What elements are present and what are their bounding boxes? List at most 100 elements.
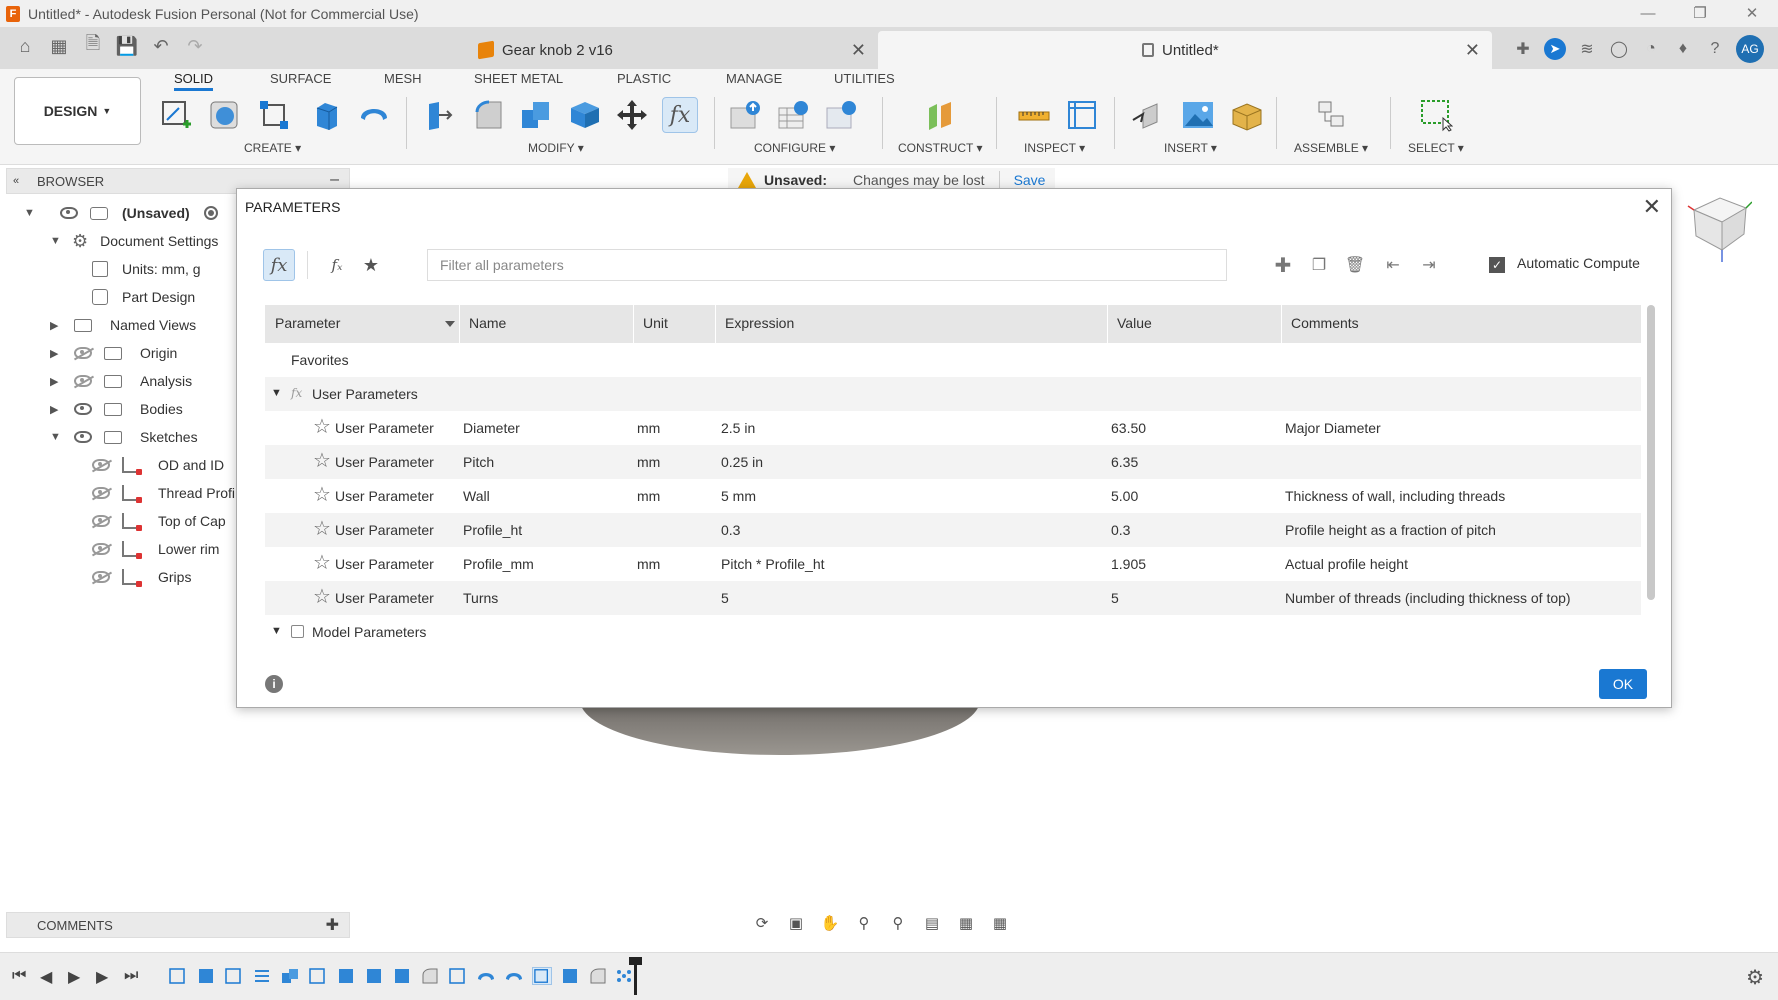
timeline-marker[interactable] xyxy=(629,957,642,995)
timeline-extrude-icon[interactable] xyxy=(364,967,384,985)
hidden-eye-icon[interactable] xyxy=(92,487,110,499)
file-menu-icon[interactable]: 🗎 xyxy=(82,33,104,57)
cell-expression[interactable]: 5 xyxy=(721,590,729,606)
favorite-star-icon[interactable]: ☆ xyxy=(313,485,331,505)
configure-table-icon[interactable] xyxy=(728,97,764,133)
pan-hand-icon[interactable]: ✋ xyxy=(816,912,844,934)
tab-solid[interactable]: SOLID xyxy=(174,69,214,91)
revolve-icon[interactable] xyxy=(356,97,392,133)
notifications-bell-icon[interactable]: ♦ xyxy=(1672,38,1694,60)
extrude-icon[interactable] xyxy=(308,97,344,133)
viewcube[interactable] xyxy=(1686,186,1753,266)
cell-comment[interactable]: Major Diameter xyxy=(1285,420,1381,436)
favorite-star-icon[interactable]: ☆ xyxy=(313,587,331,607)
home-icon[interactable]: ⌂ xyxy=(14,35,36,57)
hidden-eye-icon[interactable] xyxy=(74,347,92,359)
tab-utilities[interactable]: UTILITIES xyxy=(834,69,895,91)
chevron-down-icon[interactable]: ▼ xyxy=(24,207,35,219)
section-favorites[interactable]: Favorites xyxy=(265,343,1641,377)
timeline-fillet-icon[interactable] xyxy=(588,967,608,985)
tree-item-sketch-od-id[interactable]: OD and ID xyxy=(92,452,224,478)
cell-expression[interactable]: 2.5 in xyxy=(721,420,755,436)
cell-unit[interactable]: mm xyxy=(637,420,660,436)
press-pull-icon[interactable] xyxy=(420,97,456,133)
column-parameter[interactable]: Parameter xyxy=(275,315,340,331)
go-to-start-icon[interactable]: ⏮ xyxy=(12,967,26,985)
help-icon[interactable]: ? xyxy=(1704,38,1726,60)
combine-icon[interactable] xyxy=(518,97,554,133)
move-icon[interactable] xyxy=(614,97,650,133)
automatic-compute-checkbox[interactable]: ✓ xyxy=(1489,257,1505,273)
cell-unit[interactable]: mm xyxy=(637,488,660,504)
tab-manage[interactable]: MANAGE xyxy=(726,69,782,91)
undo-icon[interactable]: ↶ xyxy=(150,35,172,57)
chevron-down-icon[interactable]: ▼ xyxy=(50,235,61,247)
tree-item-sketch-thread-profile[interactable]: Thread Profi xyxy=(92,480,235,506)
close-tab-icon[interactable]: ✕ xyxy=(1465,40,1480,61)
tree-item-analysis[interactable]: ▶ Analysis xyxy=(50,368,192,394)
add-parameter-icon[interactable]: ✚ xyxy=(1269,251,1297,279)
cell-expression[interactable]: 5 mm xyxy=(721,488,756,504)
timeline-fillet-icon[interactable] xyxy=(420,967,440,985)
configure-rows-icon[interactable] xyxy=(776,97,812,133)
user-parameters-filter-icon[interactable]: fₓ xyxy=(321,249,353,281)
create-sketch-icon[interactable] xyxy=(158,97,194,133)
timeline-sketch-icon[interactable] xyxy=(168,967,188,985)
cell-expression[interactable]: 0.25 in xyxy=(721,454,763,470)
visibility-eye-icon[interactable] xyxy=(74,403,92,415)
insert-canvas-icon[interactable] xyxy=(1180,97,1216,133)
chevron-down-icon[interactable]: ▼ xyxy=(271,625,282,637)
collapse-panel-icon[interactable]: « xyxy=(13,175,19,187)
parameters-fx-icon[interactable]: fx xyxy=(662,97,698,133)
tree-item-sketch-lower-rim[interactable]: Lower rim xyxy=(92,536,219,562)
data-panel-icon[interactable]: ≋ xyxy=(1576,38,1598,60)
viewports-icon[interactable]: ▦ xyxy=(986,912,1014,934)
tree-item-named-views[interactable]: ▶ Named Views xyxy=(50,312,196,338)
job-status-icon[interactable]: ◔ xyxy=(1640,38,1662,60)
delete-parameter-icon[interactable]: 🗑 xyxy=(1341,251,1369,279)
chevron-down-icon[interactable]: ▼ xyxy=(271,387,282,399)
info-icon[interactable]: i xyxy=(265,675,283,693)
cell-unit[interactable]: mm xyxy=(637,556,660,572)
favorite-star-icon[interactable]: ☆ xyxy=(313,451,331,471)
configure-theme-icon[interactable] xyxy=(824,97,860,133)
cell-name[interactable]: Diameter xyxy=(463,420,520,436)
online-status-icon[interactable]: ◯ xyxy=(1608,38,1630,60)
zoom-icon[interactable]: ⚲ xyxy=(850,912,878,934)
timeline-revolve-icon[interactable] xyxy=(504,967,524,985)
restore-button[interactable]: ❐ xyxy=(1674,0,1726,27)
table-row[interactable]: ☆ User Parameter Pitch mm 0.25 in 6.35 xyxy=(265,445,1641,479)
hidden-eye-icon[interactable] xyxy=(92,571,110,583)
display-settings-icon[interactable]: ▤ xyxy=(918,912,946,934)
cell-expression[interactable]: 0.3 xyxy=(721,522,740,538)
import-parameters-icon[interactable]: ⇤ xyxy=(1379,251,1407,279)
chevron-right-icon[interactable]: ▶ xyxy=(50,347,58,360)
sort-dropdown-icon[interactable] xyxy=(445,321,455,327)
cell-name[interactable]: Turns xyxy=(463,590,498,606)
tree-item-units[interactable]: Units: mm, g xyxy=(92,256,201,282)
modify-menu[interactable]: MODIFY ▾ xyxy=(528,141,584,155)
minimize-button[interactable]: — xyxy=(1622,0,1674,27)
insert-menu[interactable]: INSERT ▾ xyxy=(1164,141,1217,155)
offset-plane-icon[interactable] xyxy=(922,97,958,133)
tab-gear-knob[interactable]: Gear knob 2 v16 ✕ xyxy=(478,31,878,69)
derive-icon[interactable] xyxy=(256,97,292,133)
comments-panel-header[interactable]: COMMENTS ✚ xyxy=(6,912,350,938)
orbit-icon[interactable]: ⟳ xyxy=(748,912,776,934)
timeline-revolve-icon[interactable] xyxy=(476,967,496,985)
favorites-star-icon[interactable]: ★ xyxy=(355,249,387,281)
cell-name[interactable]: Profile_mm xyxy=(463,556,534,572)
column-value[interactable]: Value xyxy=(1117,315,1152,331)
table-row[interactable]: ☆ User Parameter Wall mm 5 mm 5.00 Thick… xyxy=(265,479,1641,513)
minimize-panel-icon[interactable]: – xyxy=(330,171,339,189)
workspace-switcher[interactable]: DESIGN ▼ xyxy=(14,77,141,145)
chevron-right-icon[interactable]: ▶ xyxy=(50,375,58,388)
create-form-icon[interactable] xyxy=(206,97,242,133)
insert-mesh-icon[interactable] xyxy=(1228,97,1264,133)
table-row[interactable]: ☆ User Parameter Diameter mm 2.5 in 63.5… xyxy=(265,411,1641,445)
favorite-star-icon[interactable]: ☆ xyxy=(313,553,331,573)
cell-comment[interactable]: Number of threads (including thickness o… xyxy=(1285,590,1571,606)
chevron-right-icon[interactable]: ▶ xyxy=(50,319,58,332)
timeline-pattern-icon[interactable] xyxy=(614,967,634,985)
activate-radio-icon[interactable] xyxy=(203,206,218,220)
